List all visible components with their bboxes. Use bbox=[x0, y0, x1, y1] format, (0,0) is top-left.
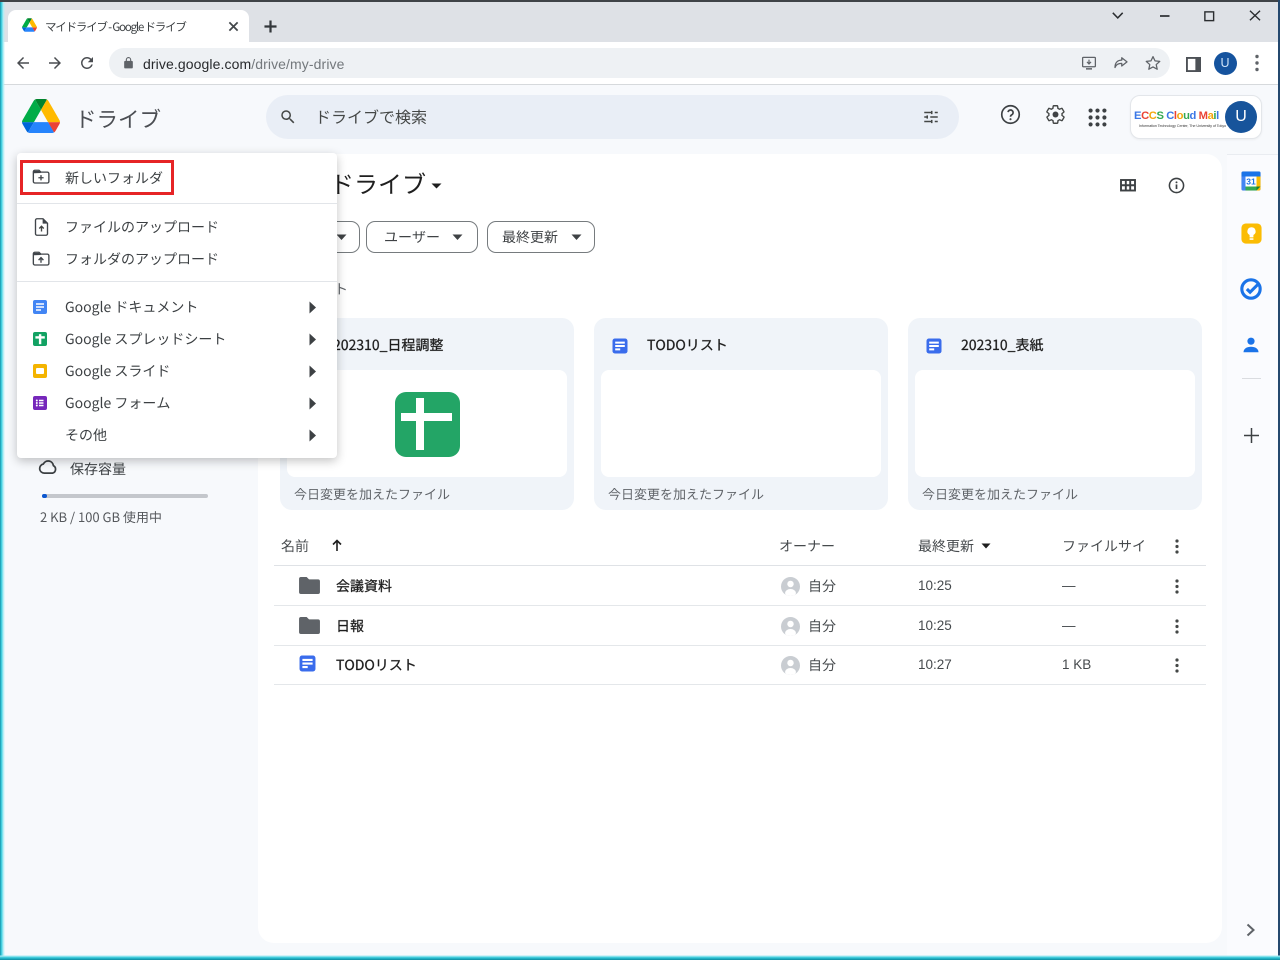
svg-text:31: 31 bbox=[1246, 177, 1256, 187]
